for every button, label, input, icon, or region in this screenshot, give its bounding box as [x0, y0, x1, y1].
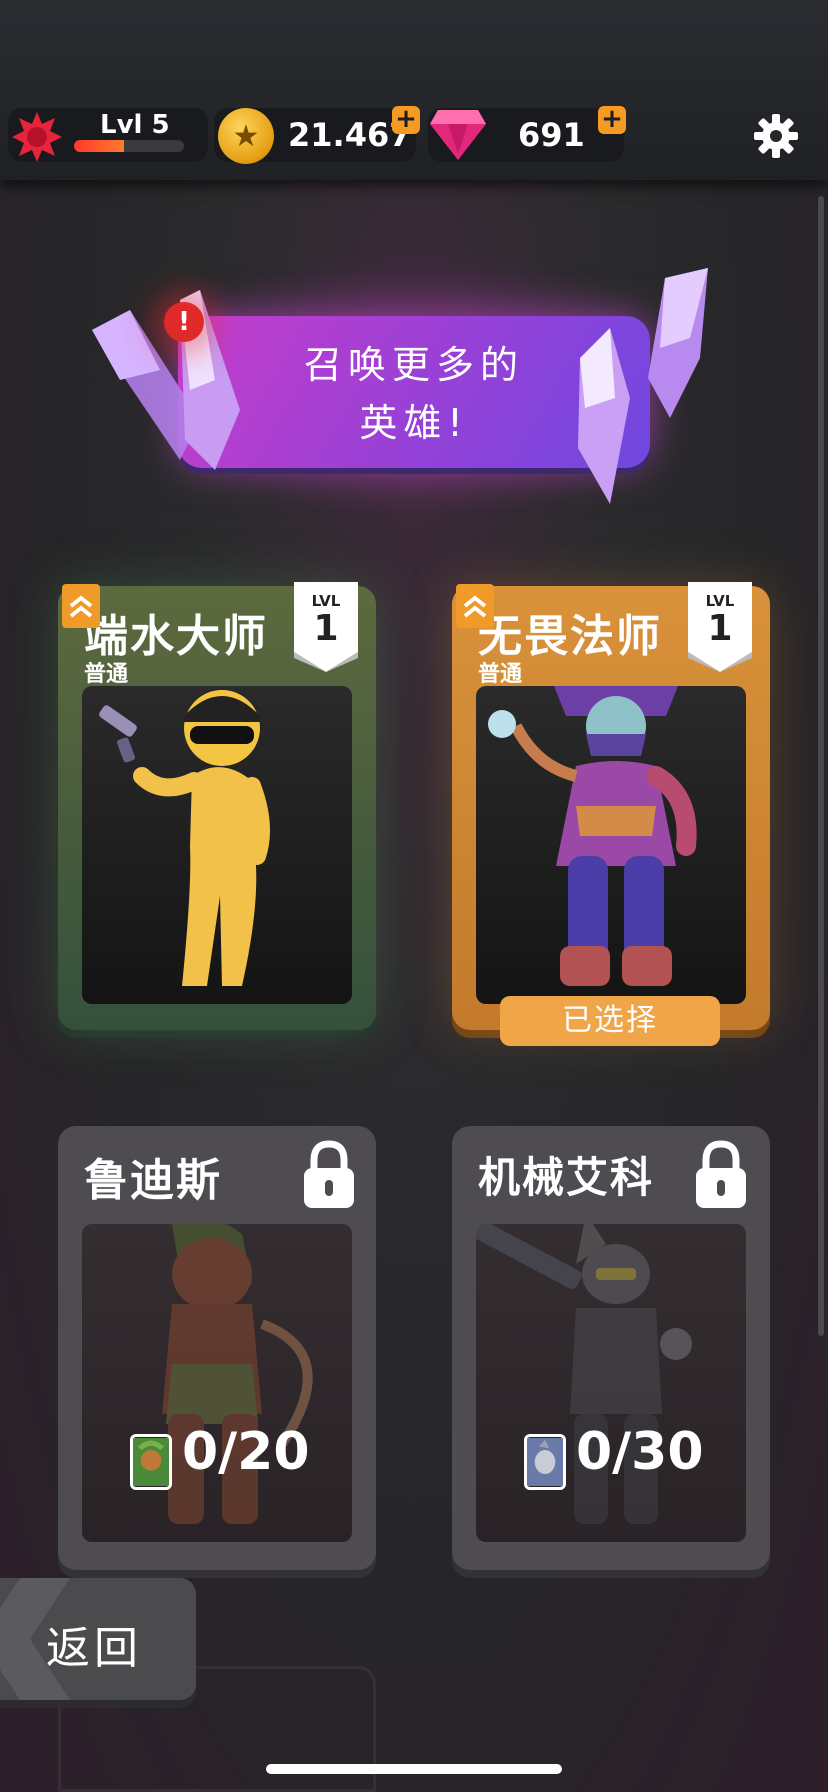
gem-icon	[430, 110, 486, 160]
hero-level-badge: LVL 1	[688, 582, 752, 672]
scrollbar[interactable]	[818, 196, 824, 1336]
hero-rarity: 普通	[84, 662, 129, 687]
buy-gems-button[interactable]: +	[598, 106, 626, 134]
hero-name: 端水大师	[84, 611, 268, 662]
coin-icon: ★	[218, 108, 274, 164]
hero-portrait	[476, 686, 746, 1004]
hero-name: 鲁迪斯	[84, 1155, 222, 1206]
level-badge-number: 1	[707, 608, 733, 649]
hero-portrait	[82, 686, 352, 1004]
hero-level-badge: LVL 1	[294, 582, 358, 672]
hero-rarity: 普通	[478, 662, 523, 687]
hero-portrait	[82, 1224, 352, 1542]
lock-icon	[696, 1140, 746, 1208]
summon-banner-text[interactable]: 召唤更多的 英雄!	[178, 336, 650, 452]
settings-gear-icon[interactable]	[752, 112, 800, 160]
shard-progress: 0/20	[182, 1422, 310, 1482]
summon-banner-line1: 召唤更多的	[303, 343, 524, 387]
gem-count: 691	[518, 116, 585, 154]
hero-shard-icon	[130, 1434, 172, 1490]
lock-icon	[304, 1140, 354, 1208]
hero-card-1[interactable]: 端水大师 普通 LVL 1	[58, 582, 376, 1030]
level-badge-number: 1	[313, 608, 339, 649]
back-button[interactable]: 返回	[0, 1578, 196, 1700]
hero-card-4[interactable]: 机械艾科 0/30	[452, 1126, 770, 1570]
level-progress-bar	[74, 140, 184, 152]
hero-shard-icon	[524, 1434, 566, 1490]
hero-card-2[interactable]: 无畏法师 普通 LVL 1 已选择	[452, 582, 770, 1046]
rank-chevron-icon	[62, 584, 100, 628]
summon-banner-line2: 英雄!	[359, 401, 469, 445]
hero-stickman-figure	[99, 690, 270, 986]
level-star-icon	[12, 112, 62, 162]
hero-mage-figure	[488, 686, 697, 986]
hero-card-3[interactable]: 鲁迪斯 0/20	[58, 1126, 376, 1570]
rank-chevron-icon	[456, 584, 494, 628]
hero-name: 机械艾科	[478, 1153, 655, 1202]
hero-portrait	[476, 1224, 746, 1542]
shard-progress: 0/30	[576, 1422, 704, 1482]
home-indicator[interactable]	[266, 1764, 562, 1774]
hero-name: 无畏法师	[478, 611, 662, 662]
selected-badge: 已选择	[500, 996, 720, 1046]
back-button-label: 返回	[46, 1623, 142, 1674]
level-label: Lvl 5	[100, 110, 170, 140]
buy-coins-button[interactable]: +	[392, 106, 420, 134]
